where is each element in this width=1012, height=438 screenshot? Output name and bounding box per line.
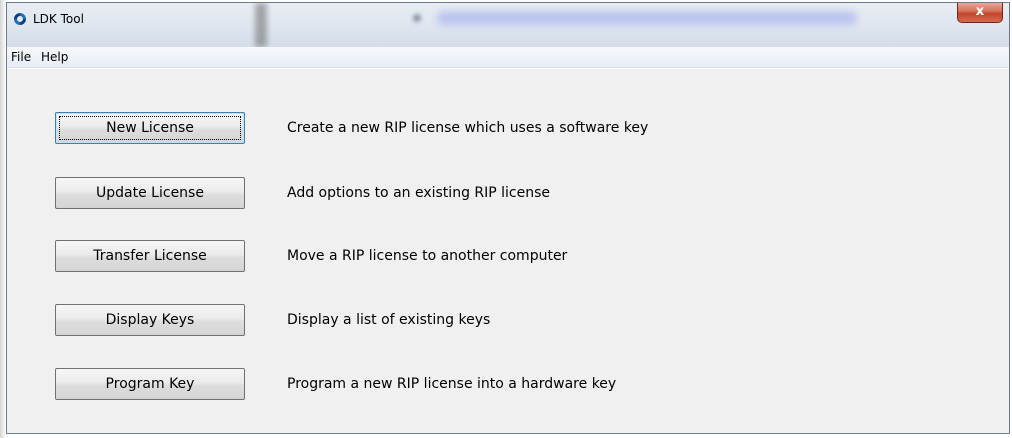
ldk-app-icon: [14, 13, 26, 25]
program-key-button[interactable]: Program Key: [55, 368, 245, 400]
display-keys-label: Display Keys: [105, 312, 195, 328]
menu-help[interactable]: Help: [41, 50, 68, 64]
display-keys-description: Display a list of existing keys: [287, 312, 491, 328]
title-bar[interactable]: LDK Tool x: [7, 3, 1009, 47]
transfer-license-label: Transfer License: [93, 248, 207, 264]
new-license-label: New License: [106, 120, 194, 136]
close-icon: x: [975, 4, 985, 19]
background-blur-dot: [413, 14, 421, 22]
new-license-description: Create a new RIP license which uses a so…: [287, 120, 649, 136]
background-blur: [255, 3, 267, 47]
update-license-button[interactable]: Update License: [55, 177, 245, 209]
background-blur-text: [437, 11, 857, 25]
update-license-label: Update License: [96, 185, 204, 201]
program-key-description: Program a new RIP license into a hardwar…: [287, 376, 617, 392]
new-license-button[interactable]: New License: [55, 112, 245, 144]
update-license-description: Add options to an existing RIP license: [287, 185, 551, 201]
program-key-label: Program Key: [105, 376, 195, 392]
transfer-license-button[interactable]: Transfer License: [55, 240, 245, 272]
transfer-license-description: Move a RIP license to another computer: [287, 248, 568, 264]
display-keys-button[interactable]: Display Keys: [55, 304, 245, 336]
menu-file[interactable]: File: [11, 50, 31, 64]
window-title: LDK Tool: [33, 12, 84, 26]
close-button[interactable]: x: [957, 3, 1003, 23]
ldk-tool-window: LDK Tool x File Help New License Create …: [6, 2, 1010, 434]
main-panel: New License Create a new RIP license whi…: [7, 68, 1009, 433]
menu-bar: File Help: [7, 47, 1009, 68]
